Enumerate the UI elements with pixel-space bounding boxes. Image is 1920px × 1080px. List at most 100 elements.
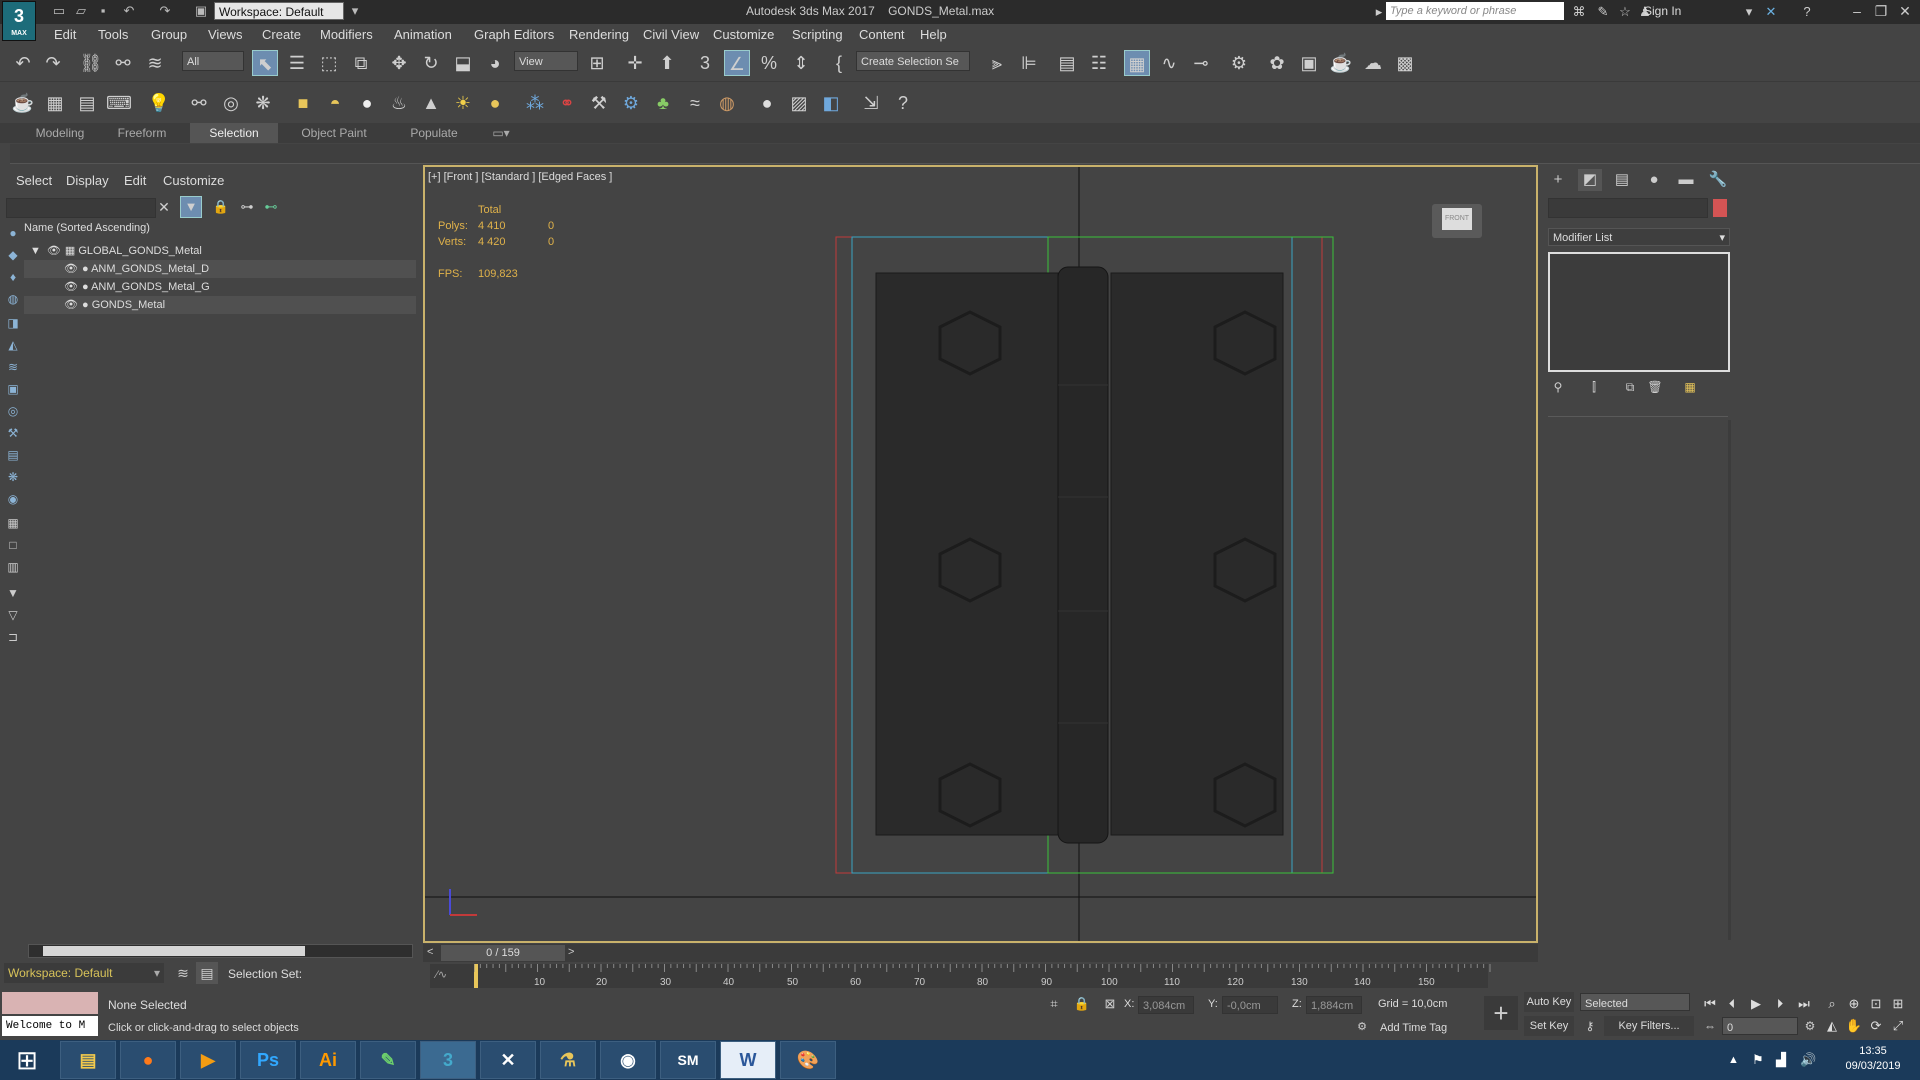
eye-icon[interactable]: 👁 xyxy=(24,299,78,311)
display-tab-icon[interactable]: ▬ xyxy=(1674,169,1698,191)
container-icon[interactable]: ⊐ xyxy=(4,628,22,646)
redo-icon[interactable]: ↷ xyxy=(156,2,174,20)
display-xrefs-icon[interactable]: ◎ xyxy=(4,402,22,420)
plant-icon[interactable]: ♣ xyxy=(650,90,676,116)
utilities-tab-icon[interactable]: 🔧 xyxy=(1706,169,1730,191)
system-clock[interactable]: 13:35 09/03/2019 xyxy=(1828,1044,1918,1074)
remove-modifier-icon[interactable]: 🗑 xyxy=(1645,378,1665,396)
go-to-end-icon[interactable]: ⏭ xyxy=(1794,994,1814,1014)
molecule-icon[interactable]: ⚭ xyxy=(554,90,580,116)
app-logo-button[interactable]: 3 MAX xyxy=(2,1,36,41)
play-icon[interactable]: ▶ xyxy=(1746,994,1766,1014)
tab-object-paint[interactable]: Object Paint xyxy=(286,123,382,143)
scene-explorer-icon[interactable]: ▦ xyxy=(1124,50,1150,76)
rendered-frame-window-icon[interactable]: ▣ xyxy=(1296,50,1322,76)
display-invert-icon[interactable]: ▥ xyxy=(4,558,22,576)
hinge-leaf-right[interactable] xyxy=(1110,272,1284,836)
auto-key-button[interactable]: Auto Key xyxy=(1524,992,1574,1012)
undo-icon[interactable]: ↶ xyxy=(10,50,36,76)
network-icon[interactable]: ▟ xyxy=(1776,1052,1786,1068)
name-column-header[interactable]: Name (Sorted Ascending) xyxy=(24,222,150,234)
layers-stack-icon[interactable]: ≋ xyxy=(172,962,194,984)
y-coord-field[interactable]: -0,0cm xyxy=(1222,996,1278,1014)
next-frame-arrow-icon[interactable]: > xyxy=(568,946,574,958)
edit-named-selection-icon[interactable]: { xyxy=(826,50,852,76)
spinner-snap-icon[interactable]: ⇕ xyxy=(788,50,814,76)
file-explorer-icon[interactable]: ▤ xyxy=(60,1041,116,1079)
key-filters-button[interactable]: Key Filters... xyxy=(1604,1016,1694,1036)
scale-icon[interactable]: ⬓ xyxy=(450,50,476,76)
maximize-viewport-icon[interactable]: ⤢ xyxy=(1888,1016,1908,1036)
eye-icon[interactable]: 👁 xyxy=(24,281,78,293)
illustrator-icon[interactable]: Ai xyxy=(300,1041,356,1079)
redo-icon[interactable]: ↷ xyxy=(40,50,66,76)
add-time-tag[interactable]: Add Time Tag xyxy=(1380,1022,1447,1034)
minimize-button[interactable]: – xyxy=(1846,2,1868,20)
gear-icon[interactable]: ⚙ xyxy=(618,90,644,116)
sx-tab-select[interactable]: Select xyxy=(16,173,52,188)
menu-content[interactable]: Content xyxy=(859,27,905,42)
render-production-icon[interactable]: ☕ xyxy=(1328,50,1354,76)
eye-icon[interactable]: 👁 xyxy=(41,245,61,257)
filter-icon[interactable]: ▼ xyxy=(180,196,202,218)
search-input[interactable]: Type a keyword or phrase xyxy=(1386,2,1564,20)
hierarchy-tab-icon[interactable]: ▤ xyxy=(1610,169,1634,191)
snaps-toggle-icon[interactable]: 3 xyxy=(692,50,718,76)
rect-selection-region-icon[interactable]: ⬚ xyxy=(316,50,342,76)
maxscript-listener[interactable] xyxy=(2,992,98,1014)
export-icon[interactable]: ⇲ xyxy=(858,90,884,116)
calculator-icon[interactable]: ▤ xyxy=(74,90,100,116)
maxscript-mini-listener[interactable]: Welcome to M xyxy=(2,1016,98,1036)
time-slider-thumb[interactable]: 0 / 159 xyxy=(441,945,565,961)
viewcube[interactable]: FRONT xyxy=(1432,204,1482,238)
clear-search-icon[interactable]: ✕ xyxy=(154,196,174,218)
tab-modeling[interactable]: Modeling xyxy=(20,123,100,143)
render-icon[interactable]: ▦ xyxy=(42,90,68,116)
layers-icon[interactable]: ⊷ xyxy=(260,196,282,218)
modify-tab-icon[interactable]: ◩ xyxy=(1578,169,1602,191)
bind-space-warp-icon[interactable]: ≋ xyxy=(142,50,168,76)
lock-icon[interactable]: 🔒 xyxy=(210,196,232,218)
action-center-flag-icon[interactable]: ⚑ xyxy=(1752,1052,1764,1068)
motion-tab-icon[interactable]: ● xyxy=(1642,169,1666,191)
prev-frame-arrow-icon[interactable]: < xyxy=(427,946,433,958)
display-geometry-icon[interactable]: ◆ xyxy=(4,246,22,264)
zbrush-icon[interactable]: ✕ xyxy=(480,1041,536,1079)
key-mode-toggle-icon[interactable]: ⚷ xyxy=(1580,1016,1600,1036)
menu-animation[interactable]: Animation xyxy=(394,27,452,42)
zoom-icon[interactable]: ⌕ xyxy=(1822,994,1842,1014)
grid-particles-icon[interactable]: ⁂ xyxy=(522,90,548,116)
paint-icon[interactable]: 🎨 xyxy=(780,1041,836,1079)
drawing-app-icon[interactable]: ✎ xyxy=(360,1041,416,1079)
menu-rendering[interactable]: Rendering xyxy=(569,27,629,42)
menu-customize[interactable]: Customize xyxy=(713,27,774,42)
modifier-list-dropdown[interactable]: Modifier List ▾ xyxy=(1548,228,1730,246)
current-frame-field[interactable]: 0 xyxy=(1722,1017,1798,1035)
zoom-extents-all-icon[interactable]: ⊞ xyxy=(1888,994,1908,1014)
3ds-max-taskbar-icon[interactable]: 3 xyxy=(420,1041,476,1079)
word-icon[interactable]: W xyxy=(720,1041,776,1079)
keyboard-shortcut-icon[interactable]: ⬆ xyxy=(654,50,680,76)
filter-funnel-icon[interactable]: ▼ xyxy=(4,584,22,602)
field-of-view-icon[interactable]: ◭ xyxy=(1822,1016,1842,1036)
material-editor-icon[interactable]: ⚙ xyxy=(1226,50,1252,76)
z-coord-field[interactable]: 1,884cm xyxy=(1306,996,1362,1014)
tab-selection[interactable]: Selection xyxy=(190,123,278,143)
select-object-icon[interactable]: ⬉ xyxy=(252,50,278,76)
sx-tab-customize[interactable]: Customize xyxy=(163,173,224,188)
isolate-selection-icon[interactable]: ⌗ xyxy=(1044,994,1064,1014)
add-key-icon[interactable]: + xyxy=(1484,996,1518,1030)
tree-row[interactable]: 👁 ● GONDS_Metal xyxy=(24,296,416,314)
menu-views[interactable]: Views xyxy=(208,27,242,42)
bones-icon[interactable]: ⚒ xyxy=(586,90,612,116)
layer-explorer-icon[interactable]: ▤ xyxy=(1054,50,1080,76)
hinge-barrel[interactable] xyxy=(1057,266,1109,844)
customize-quick-access-icon[interactable]: ▾ xyxy=(346,2,364,20)
go-to-start-icon[interactable]: ⏮ xyxy=(1700,994,1720,1014)
time-tag-icon[interactable]: ⚙ xyxy=(1354,1019,1370,1035)
render-material-icon[interactable]: ◧ xyxy=(818,90,844,116)
align-icon[interactable]: ⊫ xyxy=(1016,50,1042,76)
rotate-icon[interactable]: ↻ xyxy=(418,50,444,76)
help-circle-icon[interactable]: ? xyxy=(890,90,916,116)
zoom-all-icon[interactable]: ⊕ xyxy=(1844,994,1864,1014)
